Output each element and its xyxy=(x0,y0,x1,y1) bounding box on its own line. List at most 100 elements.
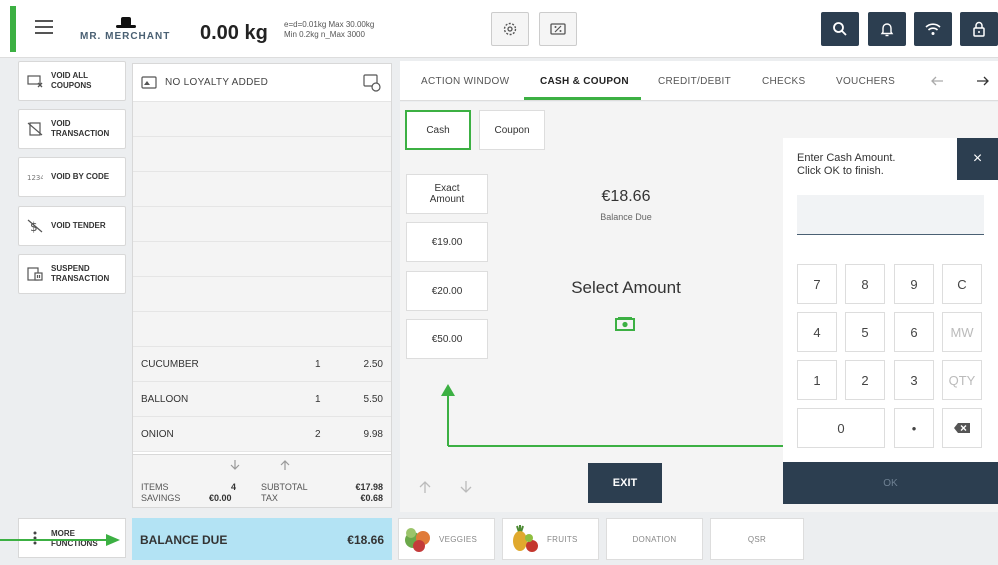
amount-due: €18.66 xyxy=(601,188,651,205)
category-label: DONATION xyxy=(632,534,677,544)
receipt-lines: CUCUMBER 1 2.50 BALLOON 1 5.50 ONION 2 9… xyxy=(133,102,391,452)
scroll-down-icon[interactable] xyxy=(230,459,240,471)
category-label: QSR xyxy=(747,534,767,544)
quick-amount-button[interactable]: €20.00 xyxy=(406,271,488,311)
loyalty-add-icon[interactable] xyxy=(363,74,381,92)
scroll-up-icon[interactable] xyxy=(419,480,431,494)
item-name: BALLOON xyxy=(141,394,189,405)
code-icon: 1234 xyxy=(27,174,43,182)
key-decimal[interactable]: • xyxy=(894,408,934,448)
item-price: 2.50 xyxy=(363,359,383,370)
empty-row xyxy=(133,242,391,277)
select-amount-title: Select Amount xyxy=(571,278,681,297)
tender-tabs: ACTION WINDOW CASH & COUPON CREDIT/DEBIT… xyxy=(400,61,998,101)
tax-label: TAX xyxy=(261,493,278,503)
wifi-button[interactable] xyxy=(914,12,952,46)
key-clear[interactable]: C xyxy=(942,264,982,304)
receipt-line[interactable]: BALLOON 1 5.50 xyxy=(133,382,391,417)
scroll-up-icon[interactable] xyxy=(280,459,290,471)
category-veggies[interactable]: VEGGIES xyxy=(398,518,495,560)
void-all-coupons-button[interactable]: VOID ALL COUPONS xyxy=(18,61,126,101)
void-tender-button[interactable]: $ VOID TENDER xyxy=(18,206,126,246)
exact-amount-button[interactable]: Exact Amount xyxy=(406,174,488,214)
lock-button[interactable] xyxy=(960,12,998,46)
key-qty[interactable]: QTY xyxy=(942,360,982,400)
close-icon[interactable]: × xyxy=(957,138,998,180)
key-5[interactable]: 5 xyxy=(845,312,885,352)
veggies-image-icon xyxy=(405,528,430,552)
key-7[interactable]: 7 xyxy=(797,264,837,304)
quick-amount-button[interactable]: €19.00 xyxy=(406,222,488,262)
menu-icon[interactable] xyxy=(35,20,53,34)
quick-amount-button[interactable]: €50.00 xyxy=(406,319,488,359)
totals-panel: ITEMS 4 SAVINGS €0.00 SUBTOTAL €17.98 TA… xyxy=(132,455,392,508)
coupon-mode-button[interactable]: Coupon xyxy=(479,110,545,150)
item-qty: 2 xyxy=(315,429,321,440)
suspend-transaction-label: SUSPEND TRANSACTION xyxy=(51,264,110,283)
category-fruits[interactable]: FRUITS xyxy=(502,518,599,560)
ok-button[interactable]: OK xyxy=(783,462,998,504)
void-by-code-button[interactable]: 1234 VOID BY CODE xyxy=(18,157,126,197)
suspend-icon xyxy=(27,267,43,281)
hat-icon xyxy=(116,17,136,28)
tab-credit-debit[interactable]: CREDIT/DEBIT xyxy=(658,76,731,87)
cash-amount-input[interactable] xyxy=(797,195,984,235)
key-6[interactable]: 6 xyxy=(894,312,934,352)
brand-logo: MR. MERCHANT xyxy=(80,17,175,45)
tab-cash-coupon[interactable]: CASH & COUPON xyxy=(540,76,629,87)
discount-icon xyxy=(550,23,566,35)
empty-row xyxy=(133,277,391,312)
key-0[interactable]: 0 xyxy=(797,408,885,448)
key-1[interactable]: 1 xyxy=(797,360,837,400)
loyalty-card-icon xyxy=(141,76,157,89)
search-button[interactable] xyxy=(821,12,859,46)
settings-button[interactable] xyxy=(491,12,529,46)
amount-caption: Balance Due xyxy=(600,212,652,222)
category-label: VEGGIES xyxy=(439,534,478,544)
svg-text:1234: 1234 xyxy=(27,174,43,182)
empty-row xyxy=(133,172,391,207)
annotation-arrow xyxy=(0,534,120,546)
tab-action-window[interactable]: ACTION WINDOW xyxy=(421,76,509,87)
empty-row xyxy=(133,137,391,172)
receipt-line[interactable]: ONION 2 9.98 xyxy=(133,417,391,452)
void-all-coupons-label: VOID ALL COUPONS xyxy=(51,71,92,90)
item-price: 9.98 xyxy=(363,429,383,440)
category-donation[interactable]: DONATION xyxy=(606,518,703,560)
item-name: CUCUMBER xyxy=(141,359,199,370)
discount-button[interactable] xyxy=(539,12,577,46)
key-8[interactable]: 8 xyxy=(845,264,885,304)
bell-icon xyxy=(880,23,894,37)
void-tender-label: VOID TENDER xyxy=(51,221,106,230)
backspace-icon xyxy=(954,423,970,433)
cash-mode-button[interactable]: Cash xyxy=(405,110,471,150)
void-transaction-button[interactable]: VOID TRANSACTION xyxy=(18,109,126,149)
key-4[interactable]: 4 xyxy=(797,312,837,352)
accent-stripe xyxy=(10,6,16,52)
suspend-transaction-button[interactable]: SUSPEND TRANSACTION xyxy=(18,254,126,294)
scroll-down-icon[interactable] xyxy=(460,480,472,494)
key-2[interactable]: 2 xyxy=(845,360,885,400)
category-qsr[interactable]: QSR xyxy=(710,518,804,560)
item-qty: 1 xyxy=(315,394,321,405)
arrow-right-icon[interactable] xyxy=(976,75,990,87)
top-bar: MR. MERCHANT 0.00 kg e=d=0.01kg Max 30.0… xyxy=(0,0,998,58)
tab-checks[interactable]: CHECKS xyxy=(762,76,805,87)
savings-label: SAVINGS xyxy=(141,493,181,503)
subtotal-label: SUBTOTAL xyxy=(261,482,308,492)
search-icon xyxy=(833,22,847,36)
notifications-button[interactable] xyxy=(868,12,906,46)
void-transaction-label: VOID TRANSACTION xyxy=(51,119,110,138)
backspace-key[interactable] xyxy=(942,408,982,448)
key-3[interactable]: 3 xyxy=(894,360,934,400)
tab-vouchers[interactable]: VOUCHERS xyxy=(836,76,895,87)
receipt-line[interactable]: CUCUMBER 1 2.50 xyxy=(133,347,391,382)
key-mw[interactable]: MW xyxy=(942,312,982,352)
key-9[interactable]: 9 xyxy=(894,264,934,304)
exit-button[interactable]: EXIT xyxy=(588,463,662,503)
arrow-left-icon[interactable] xyxy=(930,75,944,87)
item-qty: 1 xyxy=(315,359,321,370)
loyalty-bar[interactable]: NO LOYALTY ADDED xyxy=(133,64,391,102)
brand-name: MR. MERCHANT xyxy=(80,31,171,42)
transaction-void-icon xyxy=(27,122,43,136)
